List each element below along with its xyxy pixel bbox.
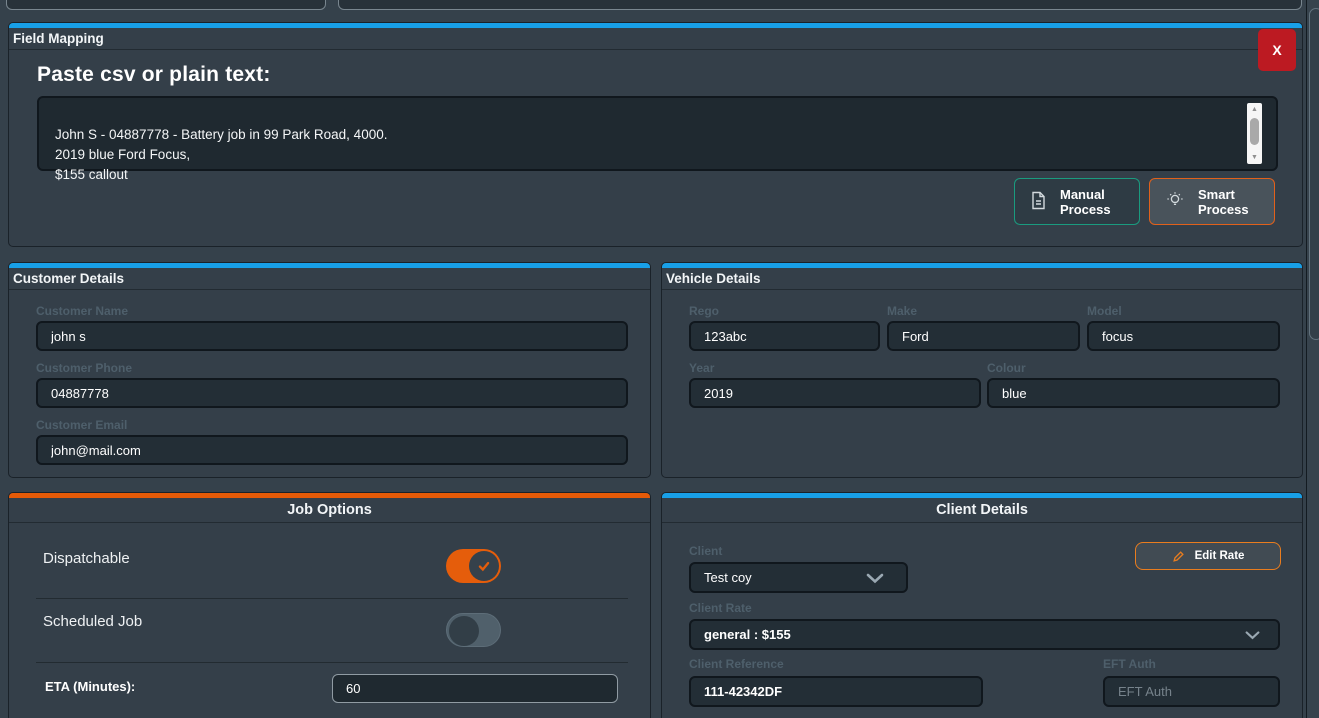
vehicle-details-panel: Vehicle Details Rego Make Model Year Col…	[661, 262, 1303, 478]
manual-process-button[interactable]: Manual Process	[1014, 178, 1140, 225]
top-cutoff-input-left[interactable]	[6, 0, 326, 10]
edit-rate-label: Edit Rate	[1195, 550, 1245, 562]
smart-process-button[interactable]: Smart Process	[1149, 178, 1275, 225]
page-scrollbar[interactable]	[1306, 0, 1319, 718]
smart-process-label: Smart Process	[1198, 187, 1249, 217]
client-rate-select[interactable]: general : $155	[689, 619, 1280, 650]
eft-auth-input[interactable]	[1103, 676, 1280, 707]
eft-auth-label: EFT Auth	[1103, 657, 1156, 671]
toggle-knob	[469, 551, 499, 581]
field-mapping-panel: Field Mapping X Paste csv or plain text:…	[8, 22, 1303, 247]
textarea-scrollbar-thumb[interactable]	[1250, 118, 1259, 145]
year-input[interactable]	[689, 378, 981, 408]
close-button[interactable]: X	[1258, 29, 1296, 71]
rego-label: Rego	[689, 304, 719, 318]
scheduled-job-toggle[interactable]	[446, 613, 501, 647]
customer-details-title: Customer Details	[9, 268, 650, 290]
manual-process-label: Manual Process	[1060, 187, 1111, 217]
client-reference-label: Client Reference	[689, 657, 784, 671]
customer-email-label: Customer Email	[36, 418, 127, 432]
client-rate-value: general : $155	[704, 627, 791, 642]
client-label: Client	[689, 544, 722, 558]
close-icon: X	[1272, 42, 1281, 58]
divider	[36, 662, 628, 663]
pencil-icon	[1172, 550, 1185, 563]
customer-phone-input[interactable]	[36, 378, 628, 408]
eta-label: ETA (Minutes):	[45, 679, 135, 694]
toggle-knob	[449, 616, 479, 646]
scroll-up-icon[interactable]: ▲	[1247, 103, 1262, 116]
document-icon	[1030, 191, 1047, 213]
scheduled-job-label: Scheduled Job	[43, 613, 142, 630]
job-options-title: Job Options	[9, 498, 650, 523]
check-icon	[477, 559, 491, 573]
chevron-down-icon	[1245, 630, 1260, 640]
client-select[interactable]: Test coy	[689, 562, 908, 593]
model-input[interactable]	[1087, 321, 1280, 351]
customer-details-panel: Customer Details Customer Name Customer …	[8, 262, 651, 478]
vehicle-details-title: Vehicle Details	[662, 268, 1302, 290]
colour-label: Colour	[987, 361, 1026, 375]
lightbulb-icon	[1165, 190, 1185, 213]
rego-input[interactable]	[689, 321, 880, 351]
paste-textarea[interactable]: John S - 04887778 - Battery job in 99 Pa…	[37, 96, 1278, 171]
page-scrollbar-thumb[interactable]	[1309, 8, 1319, 340]
customer-name-input[interactable]	[36, 321, 628, 351]
paste-text: John S - 04887778 - Battery job in 99 Pa…	[55, 127, 387, 182]
job-options-panel: Job Options Dispatchable Scheduled Job E…	[8, 492, 651, 718]
colour-input[interactable]	[987, 378, 1280, 408]
client-select-value: Test coy	[704, 570, 752, 585]
edit-rate-button[interactable]: Edit Rate	[1135, 542, 1281, 570]
field-mapping-title: Field Mapping	[9, 28, 1302, 50]
paste-heading: Paste csv or plain text:	[37, 63, 271, 87]
top-cutoff-input-right[interactable]	[338, 0, 1302, 10]
customer-email-input[interactable]	[36, 435, 628, 465]
dispatchable-label: Dispatchable	[43, 550, 130, 567]
eta-input[interactable]	[332, 674, 618, 703]
field-mapping-screen: Field Mapping X Paste csv or plain text:…	[0, 0, 1319, 718]
chevron-down-icon	[866, 572, 884, 584]
client-reference-input[interactable]	[689, 676, 983, 707]
customer-phone-label: Customer Phone	[36, 361, 132, 375]
dispatchable-toggle[interactable]	[446, 549, 501, 583]
year-label: Year	[689, 361, 714, 375]
make-input[interactable]	[887, 321, 1080, 351]
textarea-scrollbar[interactable]: ▲ ▼	[1247, 103, 1262, 164]
client-rate-label: Client Rate	[689, 601, 752, 615]
scroll-down-icon[interactable]: ▼	[1247, 151, 1262, 164]
divider	[36, 598, 628, 599]
model-label: Model	[1087, 304, 1122, 318]
client-details-panel: Client Details Client Test coy Edit Rate…	[661, 492, 1303, 718]
make-label: Make	[887, 304, 917, 318]
customer-name-label: Customer Name	[36, 304, 128, 318]
client-details-title: Client Details	[662, 498, 1302, 523]
